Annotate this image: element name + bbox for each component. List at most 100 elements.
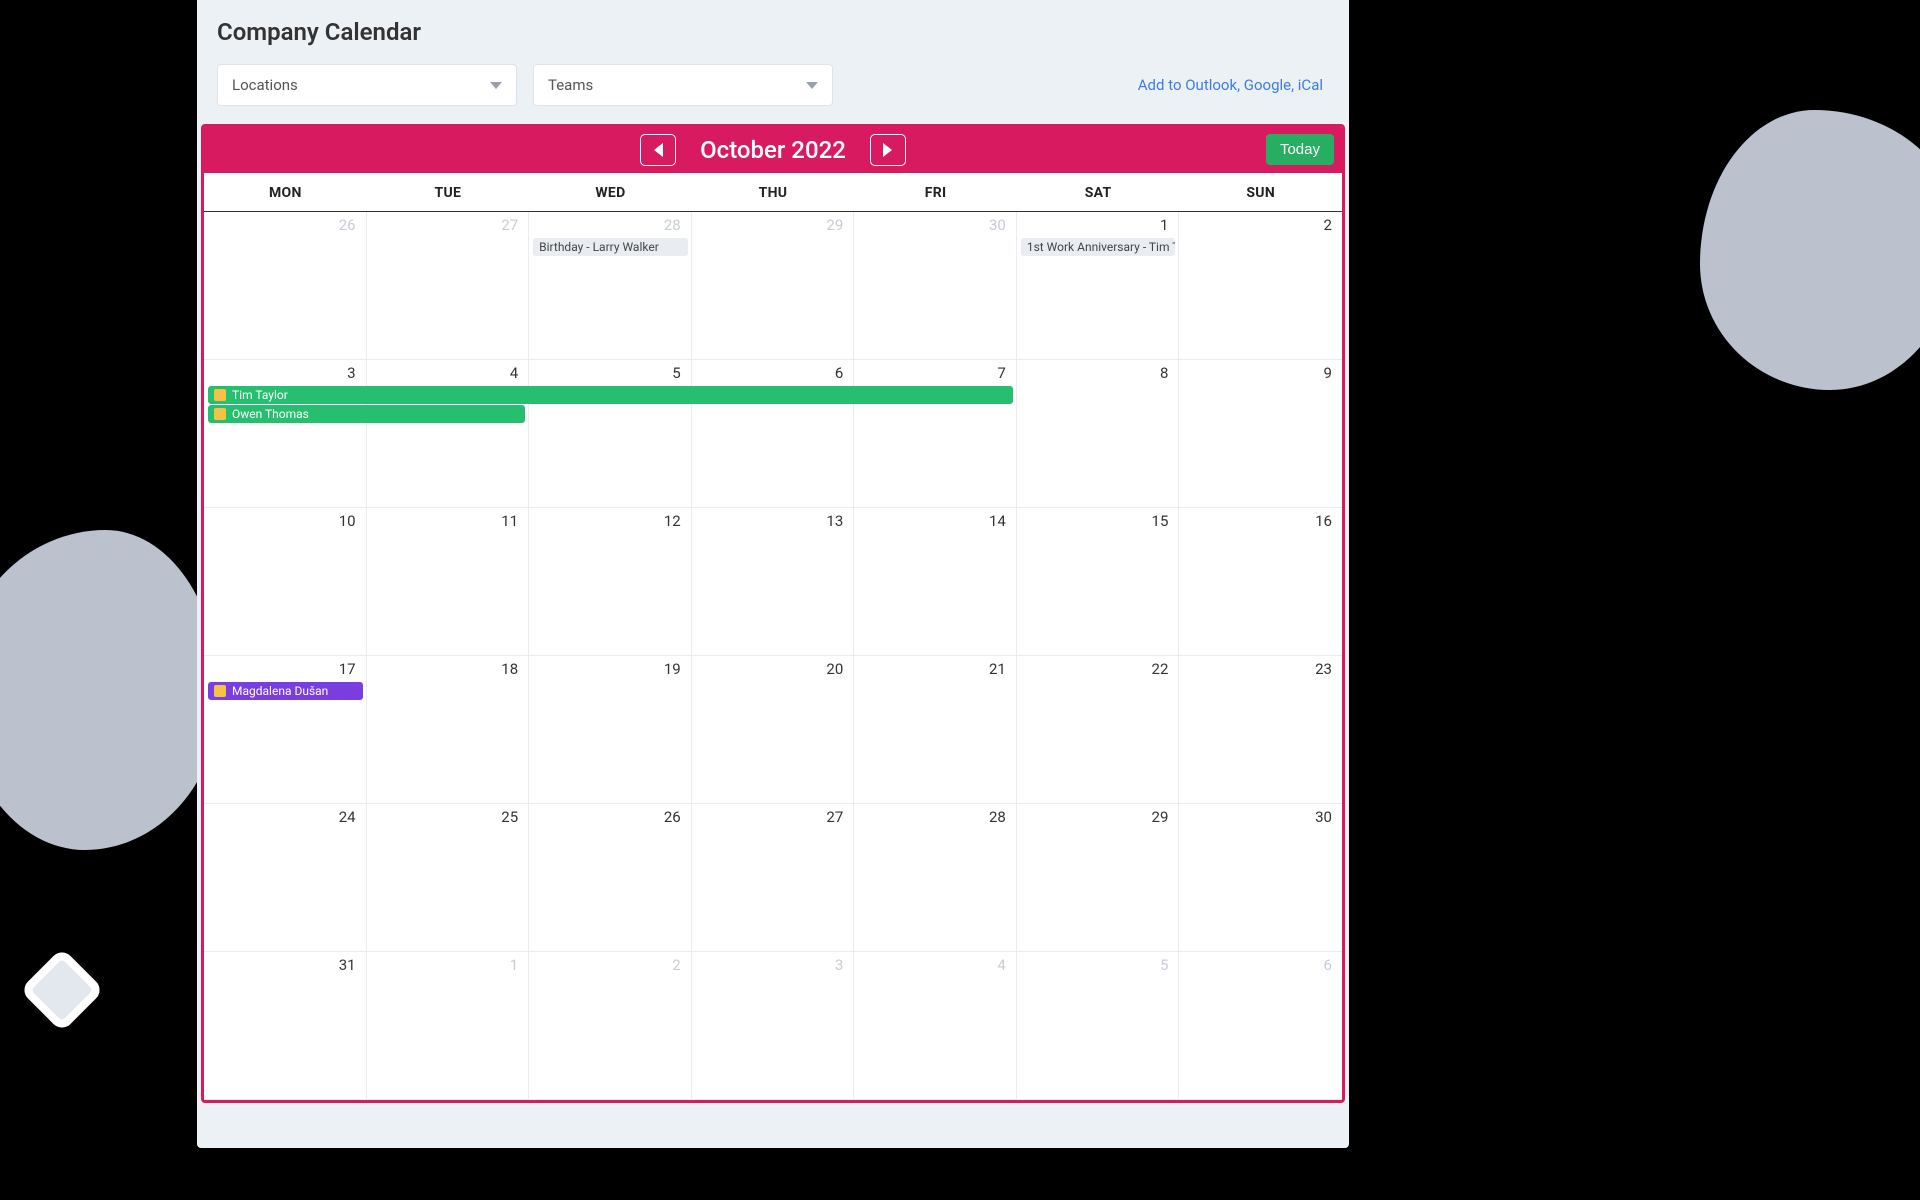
- day-number: 14: [989, 512, 1006, 530]
- day-number: 28: [989, 808, 1006, 826]
- day-cell[interactable]: 22: [1017, 656, 1180, 804]
- day-cell[interactable]: 26: [529, 804, 692, 952]
- day-cell[interactable]: 6: [1179, 952, 1342, 1100]
- teams-select[interactable]: Teams: [533, 64, 833, 106]
- chevron-down-icon: [490, 82, 502, 89]
- weekday-header: SUN: [1179, 173, 1342, 211]
- day-number: 16: [1315, 512, 1332, 530]
- day-number: 31: [339, 956, 356, 974]
- day-cell[interactable]: 20: [692, 656, 855, 804]
- day-number: 18: [501, 660, 518, 678]
- calendar-header: October 2022 Today: [204, 127, 1342, 173]
- day-number: 13: [826, 512, 843, 530]
- day-number: 1: [1160, 216, 1168, 234]
- day-cell[interactable]: 21: [854, 656, 1017, 804]
- calendar-event[interactable]: 1st Work Anniversary - Tim Taylor: [1021, 238, 1176, 256]
- day-cell[interactable]: 17: [204, 656, 367, 804]
- day-cell[interactable]: 30: [1179, 804, 1342, 952]
- day-number: 8: [1160, 364, 1168, 382]
- calendar-grid: 2627282930123456789101112131415161718192…: [204, 212, 1342, 1100]
- day-number: 15: [1152, 512, 1169, 530]
- day-cell[interactable]: 28: [529, 212, 692, 360]
- weekday-header: FRI: [854, 173, 1017, 211]
- day-cell[interactable]: 30: [854, 212, 1017, 360]
- teams-select-label: Teams: [548, 76, 593, 94]
- event-label: Owen Thomas: [232, 407, 309, 421]
- day-cell[interactable]: 19: [529, 656, 692, 804]
- day-cell[interactable]: 13: [692, 508, 855, 656]
- person-icon: [214, 685, 226, 697]
- day-number: 29: [1152, 808, 1169, 826]
- day-cell[interactable]: 14: [854, 508, 1017, 656]
- day-number: 6: [1324, 956, 1332, 974]
- day-cell[interactable]: 5: [529, 360, 692, 508]
- day-cell[interactable]: 16: [1179, 508, 1342, 656]
- day-number: 6: [835, 364, 843, 382]
- calendar-event[interactable]: Tim Taylor: [208, 386, 1013, 404]
- day-cell[interactable]: 24: [204, 804, 367, 952]
- day-number: 5: [1160, 956, 1168, 974]
- day-cell[interactable]: 2: [529, 952, 692, 1100]
- locations-select[interactable]: Locations: [217, 64, 517, 106]
- weekday-header: WED: [529, 173, 692, 211]
- day-number: 17: [339, 660, 356, 678]
- day-cell[interactable]: 8: [1017, 360, 1180, 508]
- person-icon: [214, 389, 226, 401]
- day-number: 5: [672, 364, 680, 382]
- calendar-event[interactable]: Birthday - Larry Walker: [533, 238, 688, 256]
- next-month-button[interactable]: [870, 134, 906, 166]
- calendar-event[interactable]: Magdalena Dušan: [208, 682, 363, 700]
- day-number: 11: [501, 512, 518, 530]
- event-label: 1st Work Anniversary - Tim Taylor: [1027, 240, 1176, 254]
- day-cell[interactable]: 7: [854, 360, 1017, 508]
- day-number: 27: [501, 216, 518, 234]
- chevron-left-icon: [654, 143, 663, 157]
- day-cell[interactable]: 3: [692, 952, 855, 1100]
- day-cell[interactable]: 29: [1017, 804, 1180, 952]
- day-cell[interactable]: 9: [1179, 360, 1342, 508]
- day-number: 28: [664, 216, 681, 234]
- day-number: 21: [989, 660, 1006, 678]
- locations-select-label: Locations: [232, 76, 298, 94]
- calendar: October 2022 Today MONTUEWEDTHUFRISATSUN…: [201, 124, 1345, 1103]
- day-cell[interactable]: 12: [529, 508, 692, 656]
- day-cell[interactable]: 6: [692, 360, 855, 508]
- day-cell[interactable]: 28: [854, 804, 1017, 952]
- page-title: Company Calendar: [197, 18, 1349, 64]
- day-cell[interactable]: 4: [367, 360, 530, 508]
- day-cell[interactable]: 27: [367, 212, 530, 360]
- day-cell[interactable]: 11: [367, 508, 530, 656]
- day-cell[interactable]: 25: [367, 804, 530, 952]
- today-button[interactable]: Today: [1266, 134, 1334, 165]
- day-cell[interactable]: 4: [854, 952, 1017, 1100]
- day-cell[interactable]: 18: [367, 656, 530, 804]
- day-cell[interactable]: 10: [204, 508, 367, 656]
- weekday-header: THU: [692, 173, 855, 211]
- chevron-right-icon: [883, 143, 892, 157]
- event-label: Tim Taylor: [232, 388, 288, 402]
- prev-month-button[interactable]: [640, 134, 676, 166]
- day-number: 26: [664, 808, 681, 826]
- day-cell[interactable]: 29: [692, 212, 855, 360]
- day-cell[interactable]: 31: [204, 952, 367, 1100]
- day-cell[interactable]: 5: [1017, 952, 1180, 1100]
- day-number: 7: [997, 364, 1005, 382]
- calendar-event[interactable]: Owen Thomas: [208, 405, 525, 423]
- day-cell[interactable]: 2: [1179, 212, 1342, 360]
- weekday-header: TUE: [367, 173, 530, 211]
- day-number: 30: [1315, 808, 1332, 826]
- day-number: 4: [510, 364, 518, 382]
- day-cell[interactable]: 15: [1017, 508, 1180, 656]
- day-cell[interactable]: 1: [1017, 212, 1180, 360]
- day-cell[interactable]: 3: [204, 360, 367, 508]
- event-label: Birthday - Larry Walker: [539, 240, 659, 254]
- day-cell[interactable]: 27: [692, 804, 855, 952]
- export-calendar-link[interactable]: Add to Outlook, Google, iCal: [1138, 76, 1329, 94]
- weekday-header: SAT: [1017, 173, 1180, 211]
- day-cell[interactable]: 1: [367, 952, 530, 1100]
- day-number: 2: [1324, 216, 1332, 234]
- day-number: 24: [339, 808, 356, 826]
- day-cell[interactable]: 23: [1179, 656, 1342, 804]
- day-number: 19: [664, 660, 681, 678]
- day-cell[interactable]: 26: [204, 212, 367, 360]
